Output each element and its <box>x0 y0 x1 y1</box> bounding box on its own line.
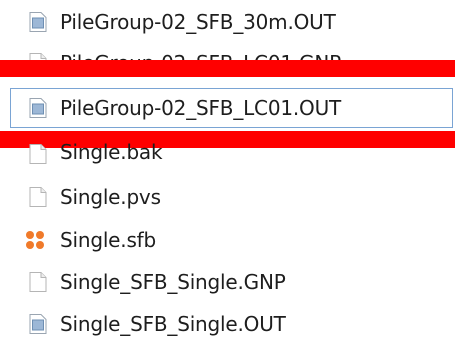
file-name: Single.sfb <box>60 228 156 252</box>
file-list-item[interactable]: Single_SFB_Single.OUT <box>0 304 455 344</box>
file-name: Single_SFB_Single.OUT <box>60 312 286 336</box>
file-list-item[interactable]: Single.pvs <box>0 177 455 217</box>
file-name: PileGroup-02_SFB_LC01.OUT <box>60 96 342 120</box>
file-list-item[interactable]: PileGroup-02_SFB_30m.OUT <box>0 2 455 42</box>
file-list-item-selected[interactable]: PileGroup-02_SFB_LC01.OUT <box>10 88 453 128</box>
file-list-item[interactable]: Single.bak <box>0 142 455 172</box>
out-file-icon <box>29 98 47 118</box>
blank-file-icon <box>29 187 47 207</box>
out-file-icon <box>29 314 47 334</box>
file-name: Single_SFB_Single.GNP <box>60 270 286 294</box>
sfb-app-icon <box>26 231 44 249</box>
file-name: Single.bak <box>60 142 163 164</box>
file-list-item[interactable]: Single_SFB_Single.GNP <box>0 262 455 302</box>
blank-file-icon <box>29 144 47 164</box>
file-list-item[interactable]: Single.sfb <box>0 220 455 260</box>
out-file-icon <box>29 12 47 32</box>
blank-file-icon <box>29 272 47 292</box>
file-name: Single.pvs <box>60 185 161 209</box>
file-name: PileGroup-02_SFB_30m.OUT <box>60 10 336 34</box>
redaction-bar <box>0 60 455 77</box>
